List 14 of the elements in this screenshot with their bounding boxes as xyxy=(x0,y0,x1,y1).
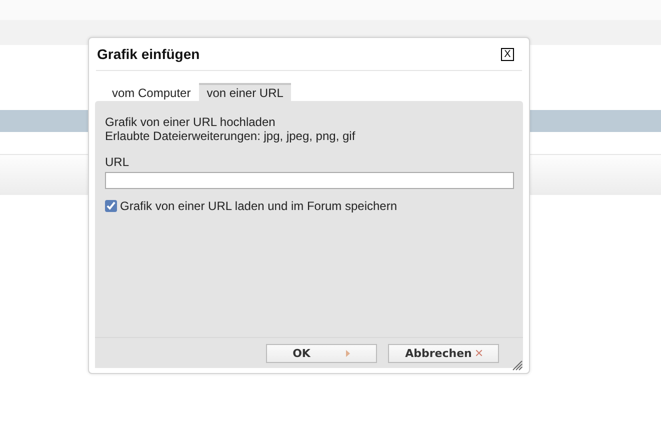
checkbox-label: Grafik von einer URL laden und im Forum speichern xyxy=(120,199,398,213)
cancel-button[interactable]: Abbrechen xyxy=(388,344,499,362)
resize-grip-icon[interactable] xyxy=(512,360,523,371)
arrow-icon xyxy=(346,350,350,356)
url-label: URL xyxy=(105,155,130,169)
info-text: Grafik von einer URL hochladen xyxy=(105,115,276,129)
tab[interactable]: von einer URL xyxy=(198,83,292,101)
dialog-title: Grafik einfügen xyxy=(97,46,200,62)
checkbox[interactable] xyxy=(105,200,117,212)
info-text: Erlaubte Dateierweiterungen: jpg, jpeg, png, gif xyxy=(105,129,356,143)
close-button[interactable]: X xyxy=(501,48,514,60)
url-input[interactable] xyxy=(105,172,514,189)
ok-button[interactable]: OK xyxy=(266,344,377,362)
close-icon xyxy=(476,350,482,356)
